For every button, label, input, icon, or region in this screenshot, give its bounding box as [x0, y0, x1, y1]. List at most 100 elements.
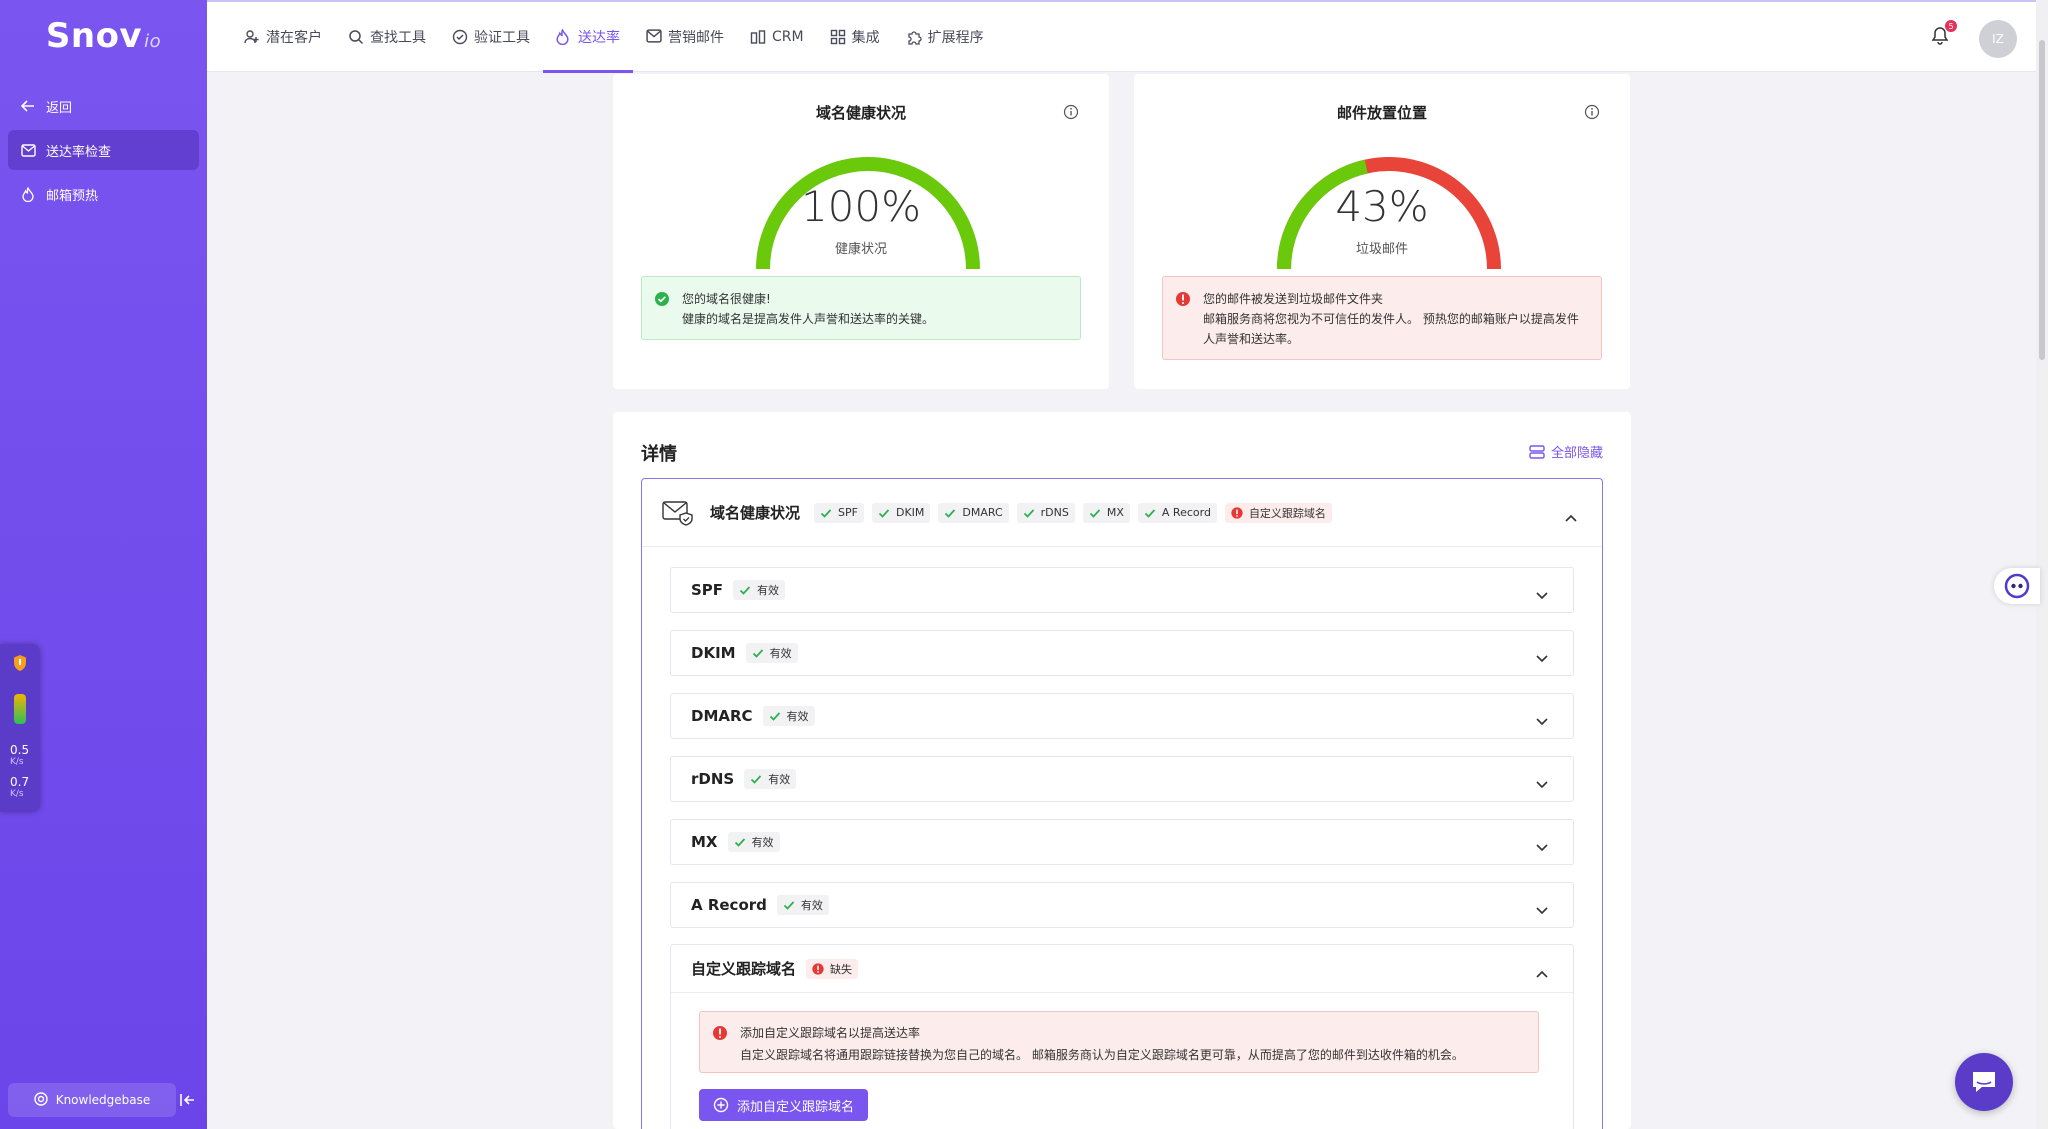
chevron-down-icon[interactable]: [1535, 586, 1549, 600]
sidebar: Snov io 返回 送达率检查 邮箱预热 Knowledgebase: [0, 0, 207, 1129]
status-label: 有效: [800, 899, 823, 912]
puzzle-icon: [906, 29, 922, 45]
panel-title: 域名健康状况: [710, 504, 801, 522]
nav-finder[interactable]: 查找工具: [335, 2, 439, 72]
check-icon: [783, 899, 795, 911]
back-button[interactable]: 返回: [8, 86, 199, 126]
tag-dmarc: DMARC: [938, 502, 1009, 523]
alert-circle-icon: [812, 962, 824, 975]
knowledgebase-label: Knowledgebase: [55, 1093, 151, 1107]
logo[interactable]: Snov io: [0, 0, 207, 72]
status-badge: 有效: [762, 706, 815, 726]
check-icon: [878, 507, 890, 519]
nav-campaigns[interactable]: 营销邮件: [633, 2, 737, 72]
nav-extensions[interactable]: 扩展程序: [893, 2, 997, 72]
alert-text: 自定义跟踪域名将通用跟踪链接替换为您自己的域名。 邮箱服务商认为自定义跟踪域名更…: [740, 1048, 1464, 1062]
sidebar-item-label: 送达率检查: [46, 144, 112, 160]
assistant-widget[interactable]: [1994, 568, 2040, 604]
sidebar-item-deliverability-check[interactable]: 送达率检查: [8, 130, 199, 170]
details-section: 详情 全部隐藏 域名健康状况 SPF DKIM DMARC rDNS MX A …: [613, 412, 1631, 1129]
nav-label: 潜在客户: [266, 30, 322, 46]
knowledgebase-button[interactable]: Knowledgebase: [8, 1083, 176, 1117]
card-title: 域名健康状况: [815, 104, 906, 122]
tag-label: rDNS: [1040, 506, 1069, 519]
placement-card: 邮件放置位置 43% 垃圾邮件 您的邮件被发送到垃圾邮件文件夹 邮箱服务商将您视…: [1134, 74, 1630, 389]
tag-label: 自定义跟踪域名: [1248, 506, 1326, 520]
button-label: 添加自定义跟踪域名: [737, 1099, 855, 1115]
search-icon: [348, 29, 364, 45]
nav-label: 营销邮件: [668, 30, 724, 46]
nav-integrations[interactable]: 集成: [817, 2, 893, 72]
arrow-left-icon: [20, 98, 36, 114]
nav-deliverability[interactable]: 送达率: [543, 2, 633, 73]
alert-circle-icon: [712, 1025, 728, 1041]
panel-header[interactable]: 域名健康状况 SPF DKIM DMARC rDNS MX A Record 自…: [642, 479, 1602, 547]
details-title: 详情: [641, 444, 677, 465]
check-icon: [739, 584, 751, 596]
record-row-mx[interactable]: MX 有效: [670, 819, 1574, 865]
tag-label: DKIM: [895, 506, 925, 519]
add-tracking-domain-button[interactable]: 添加自定义跟踪域名: [699, 1089, 869, 1121]
tag-spf: SPF: [814, 502, 864, 523]
flame-icon: [20, 186, 36, 202]
notifications-button[interactable]: 5: [1931, 20, 1957, 48]
chat-icon: [1973, 1072, 1995, 1092]
nav-label: 查找工具: [370, 30, 426, 46]
check-icon: [734, 836, 746, 848]
status-label: 有效: [769, 647, 792, 660]
status-badge: 缺失: [806, 958, 859, 979]
tracking-header[interactable]: 自定义跟踪域名 缺失: [671, 945, 1573, 993]
nav-verifier[interactable]: 验证工具: [439, 2, 543, 72]
alert-circle-icon: [1175, 291, 1191, 307]
status-label: 有效: [786, 710, 809, 723]
alert-title: 您的邮件被发送到垃圾邮件文件夹: [1203, 292, 1384, 306]
tag-rdns: rDNS: [1016, 502, 1075, 523]
hide-all-label: 全部隐藏: [1550, 446, 1603, 461]
chat-button[interactable]: [1955, 1053, 2013, 1111]
domain-health-alert: 您的域名很健康! 健康的域名是提高发件人声誉和送达率的关键。: [641, 276, 1081, 340]
record-row-a-record[interactable]: A Record 有效: [670, 882, 1574, 928]
alert-text: 邮箱服务商将您视为不可信任的发件人。 预热您的邮箱账户以提高发件: [1203, 312, 1579, 326]
domain-health-panel: 域名健康状况 SPF DKIM DMARC rDNS MX A Record 自…: [641, 478, 1603, 1129]
sidebar-item-warmup[interactable]: 邮箱预热: [8, 174, 199, 214]
nav-prospects[interactable]: 潜在客户: [231, 2, 335, 72]
tag-custom-tracking-domain: 自定义跟踪域名: [1224, 502, 1332, 523]
users-icon: [244, 29, 260, 45]
info-icon[interactable]: [1584, 104, 1600, 120]
info-icon[interactable]: [1063, 104, 1079, 120]
chevron-down-icon[interactable]: [1535, 649, 1549, 663]
chevron-down-icon[interactable]: [1535, 838, 1549, 852]
shield-icon: [12, 654, 28, 672]
knowledgebase-icon: [34, 1091, 48, 1109]
record-row-spf[interactable]: SPF 有效: [670, 567, 1574, 613]
row-title: DMARC: [691, 707, 753, 725]
gauge-subtitle: 健康状况: [834, 242, 887, 257]
grid-icon: [830, 29, 846, 45]
check-circle-icon: [654, 291, 670, 307]
notification-badge: 5: [1945, 20, 1957, 32]
custom-tracking-domain-section: 自定义跟踪域名 缺失 添加自定义跟踪域名以提高送达率 自定义跟踪域名将通用跟踪链…: [670, 944, 1574, 1129]
avatar[interactable]: IZ: [1979, 20, 2017, 58]
chevron-up-icon[interactable]: [1535, 964, 1549, 978]
record-row-dkim[interactable]: DKIM 有效: [670, 630, 1574, 676]
logo-text: Snov: [45, 16, 143, 56]
chevron-down-icon[interactable]: [1535, 775, 1549, 789]
hide-all-button[interactable]: 全部隐藏: [1529, 442, 1603, 461]
record-row-dmarc[interactable]: DMARC 有效: [670, 693, 1574, 739]
check-icon: [1089, 507, 1101, 519]
chevron-up-icon[interactable]: [1564, 508, 1578, 522]
mail-icon: [646, 29, 662, 45]
chevron-down-icon[interactable]: [1535, 901, 1549, 915]
record-row-rdns[interactable]: rDNS 有效: [670, 756, 1574, 802]
chevron-down-icon[interactable]: [1535, 712, 1549, 726]
check-icon: [820, 507, 832, 519]
envelope-shield-icon: [662, 499, 694, 527]
status-badge: 有效: [745, 643, 798, 663]
row-title: A Record: [691, 896, 767, 914]
row-title: DKIM: [691, 644, 736, 662]
check-icon: [750, 773, 762, 785]
collapse-sidebar-icon[interactable]: [178, 1091, 196, 1109]
nav-crm[interactable]: CRM: [737, 2, 817, 72]
network-speed-widget[interactable]: 0.5 K/s 0.7 K/s: [0, 644, 40, 812]
scrollbar-thumb[interactable]: [2039, 40, 2045, 360]
